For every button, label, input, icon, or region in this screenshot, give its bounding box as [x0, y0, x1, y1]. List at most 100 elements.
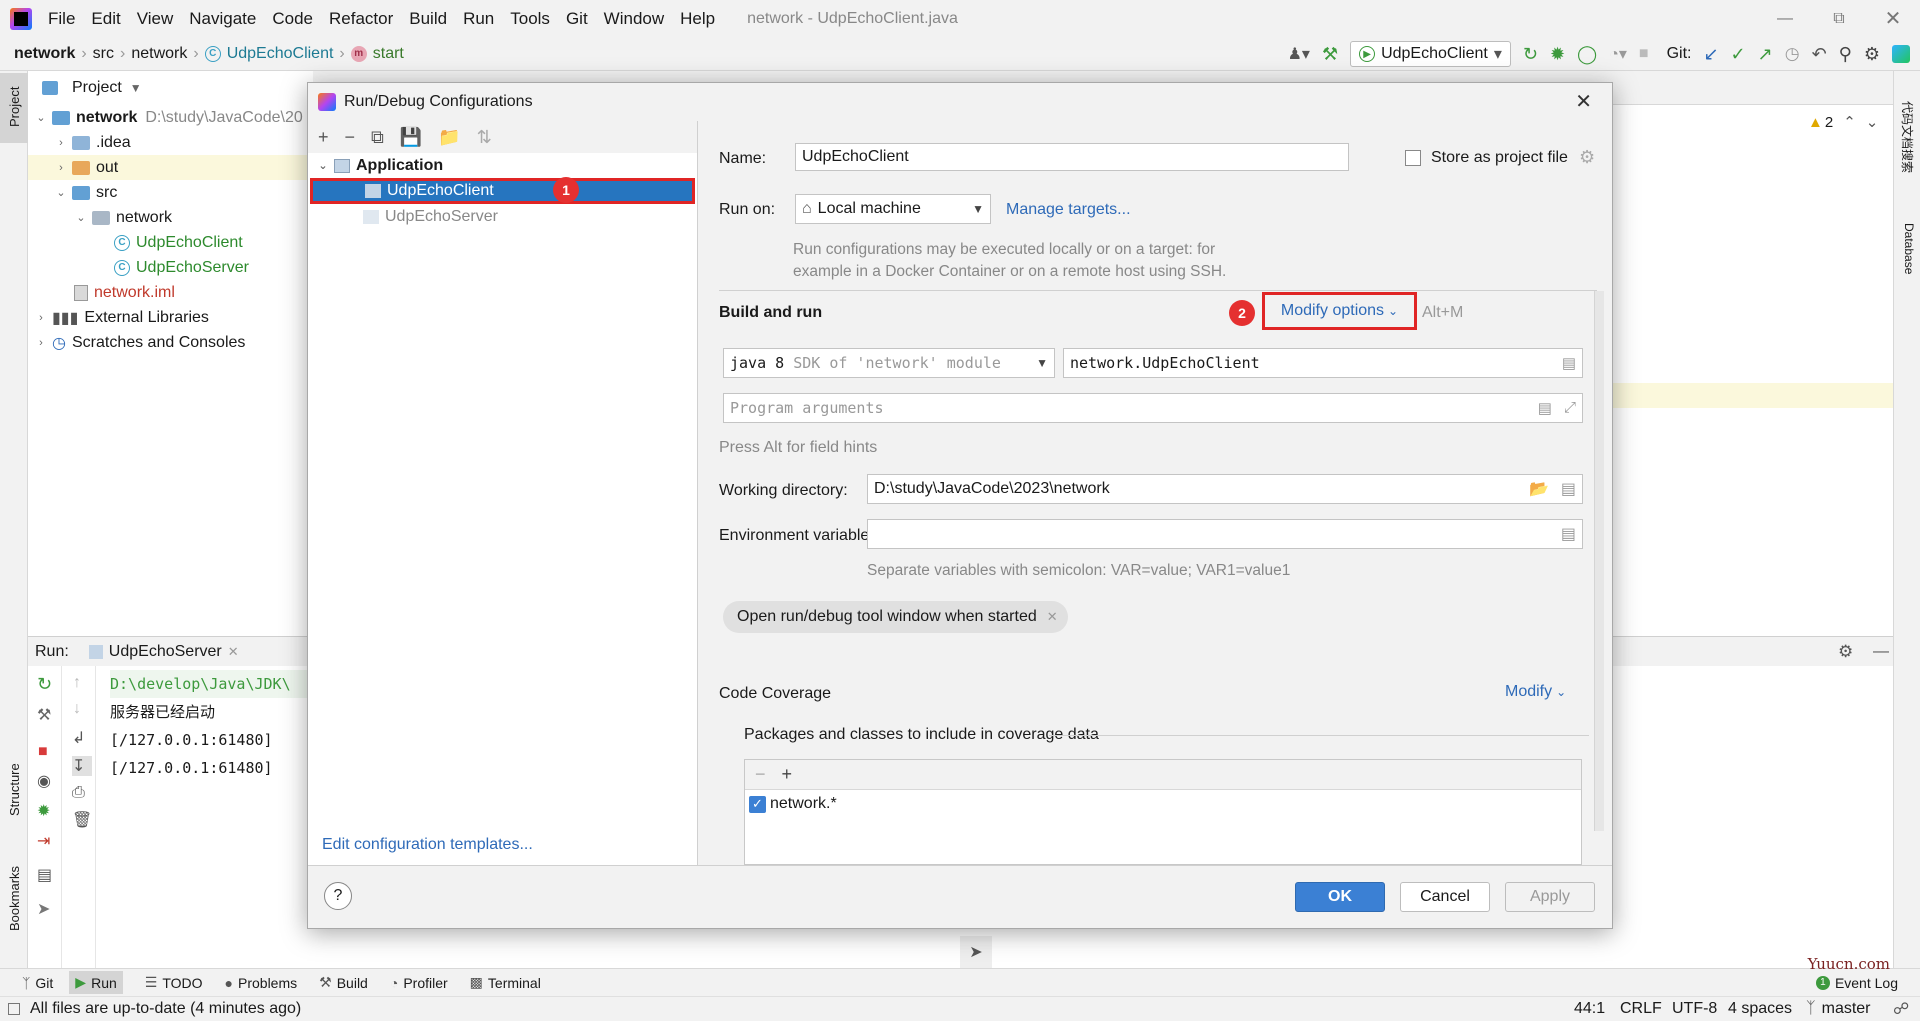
collapse-icon[interactable]: › — [54, 137, 68, 149]
help-button[interactable]: ? — [324, 882, 352, 910]
menu-tools[interactable]: Tools — [510, 9, 550, 29]
working-dir-input[interactable]: D:\study\JavaCode\2023\network 📂 ▤ — [867, 474, 1583, 504]
breadcrumb-project[interactable]: network — [14, 45, 75, 63]
pin-icon[interactable]: ➤ — [37, 899, 61, 919]
trash-icon[interactable]: 🗑 — [72, 810, 95, 830]
jre-select[interactable]: java 8 SDK of 'network' module ▼ — [723, 348, 1055, 378]
chevron-down-icon[interactable]: ▼ — [130, 81, 142, 95]
tool-profiler[interactable]: ◔ Profiler — [390, 975, 448, 991]
menu-refactor[interactable]: Refactor — [329, 9, 393, 29]
close-window-icon[interactable]: ✕ — [1866, 0, 1920, 37]
program-arguments-input[interactable]: Program arguments ▤ ⤢ — [723, 393, 1583, 423]
status-toggle-icon[interactable] — [8, 1003, 20, 1015]
run-config-selector[interactable]: ▶ UdpEchoClient ▾ — [1350, 41, 1511, 67]
caret-position[interactable]: 44:1 — [1574, 1000, 1605, 1018]
run-tab[interactable]: UdpEchoServer ✕ — [88, 643, 239, 661]
tree-item-network-iml[interactable]: network.iml — [34, 280, 313, 305]
user-icon[interactable]: ♟▾ — [1288, 44, 1310, 64]
close-icon[interactable]: ✕ — [1575, 89, 1592, 114]
up-icon[interactable]: ↑ — [73, 674, 95, 692]
package-checkbox[interactable]: ✓ — [749, 795, 766, 813]
tree-item-out[interactable]: › out — [28, 155, 313, 180]
apply-button[interactable]: Apply — [1505, 882, 1595, 912]
settings-gear-icon[interactable]: ⚙ — [1579, 147, 1595, 168]
add-icon[interactable]: + — [782, 764, 793, 785]
menu-help[interactable]: Help — [680, 9, 715, 29]
tree-item-network-package[interactable]: ⌄ network — [34, 205, 313, 230]
breadcrumb-class[interactable]: UdpEchoClient — [227, 45, 334, 63]
minimize-icon[interactable]: — — [1758, 0, 1812, 37]
wrench-icon[interactable]: ⚒ — [37, 705, 61, 725]
close-icon[interactable]: ✕ — [228, 644, 239, 660]
down-icon[interactable]: ↓ — [73, 700, 95, 718]
soft-wrap-icon[interactable]: ↲ — [72, 728, 95, 748]
menu-window[interactable]: Window — [604, 9, 664, 29]
plugin-stripe-label[interactable]: 代码文档搜索 — [1899, 101, 1916, 173]
database-stripe-label[interactable]: Database — [1902, 223, 1916, 274]
expand-icon[interactable]: ⌄ — [54, 186, 68, 199]
remove-icon[interactable]: − — [345, 127, 356, 148]
project-panel-title[interactable]: Project — [72, 79, 122, 97]
git-branch-widget[interactable]: ᛉ master — [1806, 1000, 1871, 1018]
bookmarks-stripe-label[interactable]: Bookmarks — [7, 866, 22, 931]
remove-icon[interactable]: − — [755, 764, 766, 785]
indent-setting[interactable]: 4 spaces — [1728, 1000, 1792, 1018]
rerun-icon[interactable]: ↻ — [37, 674, 61, 695]
coverage-icon[interactable]: ◯ — [1577, 44, 1597, 65]
tree-item-scratches[interactable]: › ◷ Scratches and Consoles — [34, 330, 313, 355]
store-as-project-checkbox[interactable] — [1405, 150, 1421, 166]
browse-icon[interactable]: ▤ — [1562, 354, 1576, 372]
menu-run[interactable]: Run — [463, 9, 494, 29]
tool-run[interactable]: ▶ Run — [69, 971, 123, 994]
chevron-down-icon[interactable]: ⌄ — [1866, 113, 1879, 131]
tree-root[interactable]: ⌄ network D:\study\JavaCode\20 — [34, 105, 313, 130]
tree-item-src[interactable]: ⌄ src — [34, 180, 313, 205]
plugin-logo-icon[interactable] — [1892, 45, 1910, 63]
tool-event-log[interactable]: 1 Event Log — [1815, 975, 1898, 991]
git-commit-icon[interactable]: ✓ — [1731, 44, 1746, 65]
settings-gear-icon[interactable]: ⚙ — [1864, 44, 1880, 65]
restore-icon[interactable]: ⧉ — [1812, 0, 1866, 37]
name-input[interactable]: UdpEchoClient — [795, 143, 1349, 171]
run-on-select[interactable]: ⌂ Local machine ▼ — [795, 194, 991, 224]
cancel-button[interactable]: Cancel — [1400, 882, 1490, 912]
package-row[interactable]: ✓ network.* — [745, 790, 1581, 818]
new-folder-icon[interactable]: 📁 — [438, 127, 460, 148]
macro-icon[interactable]: ▤ — [1561, 479, 1576, 499]
manage-targets-link[interactable]: Manage targets... — [1006, 201, 1131, 219]
env-edit-icon[interactable]: ▤ — [1561, 524, 1576, 544]
main-class-input[interactable]: network.UdpEchoClient ▤ — [1063, 348, 1583, 378]
menu-edit[interactable]: Edit — [91, 9, 120, 29]
file-encoding[interactable]: UTF-8 — [1672, 1000, 1717, 1018]
tree-item-idea[interactable]: › .idea — [34, 130, 313, 155]
git-history-icon[interactable]: ◷ — [1785, 44, 1800, 64]
edit-templates-link[interactable]: Edit configuration templates... — [322, 836, 533, 854]
tree-group-application[interactable]: ⌄ Application — [308, 153, 697, 178]
folder-open-icon[interactable]: 📂 — [1529, 479, 1549, 499]
tool-git[interactable]: ᛉ Git — [22, 975, 53, 991]
exit-icon[interactable]: ⇥ — [37, 831, 61, 851]
menu-build[interactable]: Build — [409, 9, 447, 29]
git-rollback-icon[interactable]: ↶ — [1812, 44, 1827, 65]
expand-icon[interactable]: ⌄ — [34, 111, 48, 124]
copy-icon[interactable]: ⧉ — [371, 127, 384, 148]
hide-icon[interactable]: — — [1873, 643, 1889, 661]
breadcrumb-method[interactable]: start — [373, 45, 404, 63]
line-separator[interactable]: CRLF — [1620, 1000, 1662, 1018]
modify-options-button[interactable]: Modify options ⌄ — [1262, 292, 1417, 330]
structure-stripe-label[interactable]: Structure — [7, 763, 22, 816]
build-hammer-icon[interactable]: ⚒ — [1322, 44, 1338, 65]
settings-gear-icon[interactable]: ⚙ — [1838, 642, 1853, 662]
print-icon[interactable]: ⎙ — [72, 784, 95, 802]
rerun-icon[interactable]: ↻ — [1523, 44, 1538, 65]
project-stripe-label[interactable]: Project — [7, 87, 22, 127]
stop-icon[interactable]: ■ — [1639, 45, 1649, 63]
menu-view[interactable]: View — [137, 9, 174, 29]
debug-icon[interactable]: ✹ — [37, 801, 61, 821]
collapse-icon[interactable]: › — [34, 312, 48, 324]
menu-git[interactable]: Git — [566, 9, 588, 29]
inspection-widget[interactable]: ▲ 2 ⌃ ⌄ — [1808, 113, 1879, 132]
tree-item-udpechoclient[interactable]: C UdpEchoClient — [34, 230, 313, 255]
lock-icon[interactable]: ☍ — [1893, 999, 1909, 1019]
sort-icon[interactable]: ⇅ — [477, 127, 492, 148]
